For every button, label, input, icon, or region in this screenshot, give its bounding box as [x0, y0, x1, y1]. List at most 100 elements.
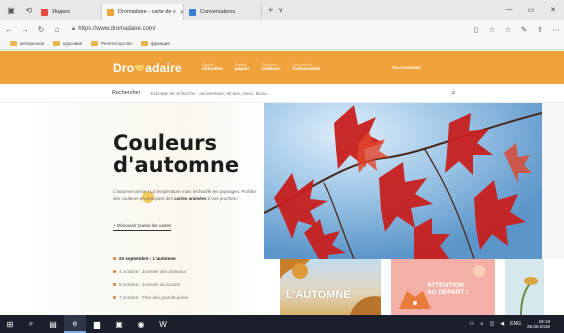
browser-tab-bar: ▣ ⟲ Яндекс Dromadaire - carte de v ✕ Con…	[0, 0, 564, 20]
home-icon[interactable]: ⌂	[50, 25, 64, 34]
steam-icon[interactable]: ◉	[130, 315, 152, 333]
edge-browser-icon[interactable]: e	[64, 315, 86, 333]
folder-icon	[91, 41, 99, 46]
yandex-favicon-icon	[41, 8, 48, 16]
bookmark-folder[interactable]: курсовая	[53, 41, 82, 46]
logo-text-right: adaire	[145, 60, 182, 75]
events-list: 23 septembre : L'automne 4 octobre : Jou…	[113, 256, 188, 308]
task-view-icon[interactable]: ▤	[42, 315, 64, 333]
file-explorer-icon[interactable]: ▆	[86, 315, 108, 333]
autumn-leaves-image	[264, 103, 542, 259]
bullet-icon	[113, 283, 116, 286]
nav-big-label: virtuelles	[201, 67, 223, 73]
pen-icon[interactable]: ✎	[516, 25, 532, 34]
nav-cheques-cadeaux[interactable]: Chèques cadeaux	[261, 62, 280, 72]
new-tab-button[interactable]: +	[268, 5, 273, 15]
cards-carousel: L'AUTOMNE ATTENTION AU DÉPART !	[280, 259, 564, 315]
discover-cards-link[interactable]: + Découvrir toutes les cartes	[113, 223, 172, 231]
windows-taskbar: ⊞ ⌕ ▤ e ▆ ▣ ◉ W ⚇ ∧ ◫ ◀ ENG 19:19 26.09.…	[0, 315, 564, 333]
system-tray: ⚇ ∧ ◫ ◀ ENG 19:19 26.09.2018	[469, 319, 564, 329]
close-window-icon[interactable]: ✕	[542, 6, 564, 14]
tab-actions-icon[interactable]: ▣	[4, 3, 18, 17]
event-item[interactable]: 23 septembre : L'automne	[113, 256, 188, 261]
address-bar: ← → ↻ ⌂ 🔒︎ https://www.dromadaire.com/ ▯…	[0, 20, 564, 38]
word-icon[interactable]: W	[152, 315, 174, 333]
share-icon[interactable]: ⇪	[532, 25, 548, 34]
bullet-icon	[113, 257, 116, 260]
tab-dromadaire[interactable]: Dromadaire - carte de v ✕	[102, 4, 184, 20]
nav-grands-evenements[interactable]: Les grands événements	[292, 62, 321, 73]
card-title: L'AUTOMNE	[286, 289, 351, 301]
favorite-star-icon[interactable]: ☆	[484, 25, 500, 34]
nav-big-label: papier	[234, 67, 250, 73]
people-icon[interactable]: ⚇	[469, 321, 473, 327]
minimize-icon[interactable]: —	[498, 6, 520, 14]
language-indicator[interactable]: ENG	[510, 321, 521, 327]
back-tabs-icon[interactable]: ⟲	[22, 3, 36, 17]
event-item[interactable]: 5 octobre : Journée du sourire	[113, 282, 188, 287]
event-label: 5 octobre : Journée du sourire	[119, 282, 181, 287]
bookmark-label: курсовая	[63, 41, 83, 46]
nav-big-label: événements	[292, 67, 321, 73]
search-icon[interactable]: ⌕	[451, 88, 455, 98]
hero-title-line1: Couleurs	[113, 131, 218, 155]
tab-conversations[interactable]: Conversations	[184, 4, 262, 20]
forward-arrow-icon[interactable]: →	[18, 25, 32, 34]
card-autumn[interactable]: L'AUTOMNE	[280, 259, 381, 315]
hero-text-part1: L'automne arrive ! La température mais r…	[113, 189, 219, 194]
event-item[interactable]: 7 octobre : Fête des grands-pères	[113, 295, 188, 300]
bullet-icon	[113, 296, 116, 299]
conversations-favicon-icon	[189, 8, 196, 16]
tab-label: Яндекс	[52, 9, 71, 15]
search-input[interactable]	[150, 87, 446, 99]
lock-icon: 🔒︎	[72, 25, 76, 32]
tab-yandex[interactable]: Яндекс	[36, 4, 102, 20]
site-logo[interactable]: Dro adaire	[113, 61, 182, 75]
network-icon[interactable]: ◫	[490, 321, 495, 327]
more-icon[interactable]: ⋯	[548, 25, 564, 34]
nav-cartes-papier[interactable]: Cartes papier	[234, 62, 250, 73]
autumn-card-illustration	[280, 259, 381, 315]
event-item[interactable]: 4 octobre : Journée des animaux	[113, 269, 188, 274]
maximize-icon[interactable]: ▭	[520, 6, 542, 14]
windows-start-icon[interactable]: ⊞	[0, 315, 20, 333]
hero-text-bold: cartes animées	[174, 196, 207, 202]
plant-card-illustration	[505, 259, 544, 315]
hero-title-line2: d'automne	[113, 153, 240, 178]
hero-text-end: à vos proches !	[206, 196, 239, 202]
bookmark-folder[interactable]: франция	[140, 41, 170, 46]
bookmarks-bar: интересное курсовая Репетиторство франци…	[0, 38, 564, 50]
event-label: 4 octobre : Journée des animaux	[119, 269, 186, 274]
tray-expand-icon[interactable]: ∧	[480, 321, 484, 327]
reading-view-icon[interactable]: ▯	[468, 25, 484, 34]
store-icon[interactable]: ▣	[108, 315, 130, 333]
folder-icon	[140, 41, 148, 46]
bookmark-folder[interactable]: Репетиторство	[91, 41, 132, 46]
clock[interactable]: 19:19 26.09.2018	[527, 319, 550, 329]
url-field[interactable]: 🔒︎ https://www.dromadaire.com/	[72, 26, 156, 33]
card-rentree[interactable]: ATTENTION AU DÉPART !	[391, 259, 495, 315]
volume-icon[interactable]: ◀	[500, 321, 504, 327]
back-arrow-icon[interactable]: ←	[2, 25, 16, 34]
tab-label: Dromadaire - carte de v	[118, 9, 176, 15]
site-header: Dro adaire Cartes virtuelles Cartes papie…	[0, 51, 564, 84]
refresh-icon[interactable]: ↻	[34, 25, 48, 34]
page-side-strip	[542, 103, 564, 259]
hero-text-panel: Couleurs d'automne L'automne arrive ! La…	[0, 103, 264, 315]
bookmark-label: интересное	[20, 41, 45, 46]
nav-cartes-virtuelles[interactable]: Cartes virtuelles	[201, 62, 223, 73]
address-bar-actions: ▯ ☆ ☆ ✎ ⇪ ⋯	[468, 25, 564, 34]
favorites-list-icon[interactable]: ☆	[500, 25, 516, 34]
bookmark-folder[interactable]: интересное	[10, 41, 44, 46]
signin-link[interactable]: Se connecter	[392, 65, 421, 70]
bookmark-label: франция	[150, 41, 170, 46]
desktop-screen: ▣ ⟲ Яндекс Dromadaire - carte de v ✕ Con…	[0, 0, 564, 333]
url-text: https://www.dromadaire.com/	[78, 26, 156, 32]
hero-description: L'automne arrive ! La température mais r…	[113, 188, 263, 202]
close-tab-icon[interactable]: ✕	[176, 9, 183, 16]
bookmark-label: Репетиторство	[101, 41, 132, 46]
site-nav: Cartes virtuelles Cartes papier Chèques …	[201, 62, 332, 73]
tab-list-icon[interactable]: ∨	[278, 6, 283, 14]
search-taskbar-icon[interactable]: ⌕	[20, 315, 42, 333]
card-third[interactable]	[505, 259, 544, 315]
